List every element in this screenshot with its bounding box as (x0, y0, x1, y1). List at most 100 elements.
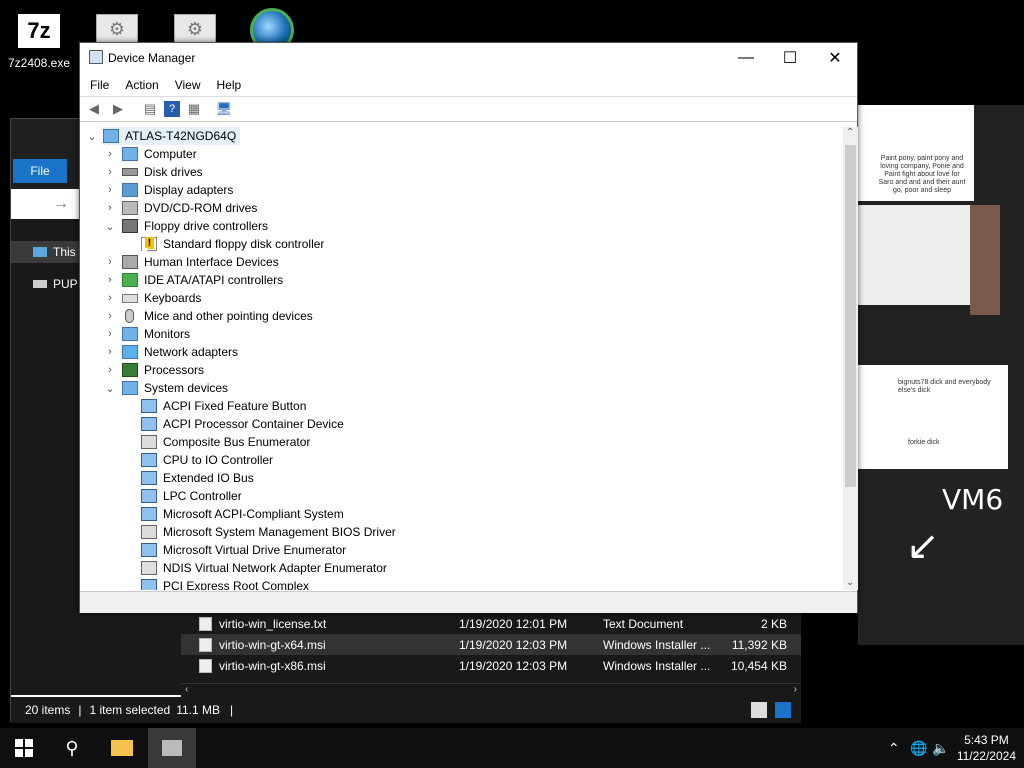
tree-category-monitors[interactable]: Monitors (122, 325, 190, 343)
taskbar-device-manager[interactable] (148, 728, 196, 768)
close-button[interactable]: ✕ (812, 43, 858, 73)
desktop-icon-setup-1[interactable]: ⚙ (96, 14, 138, 44)
tree-device[interactable]: PCI Express Root Complex (141, 577, 309, 590)
start-button[interactable] (0, 728, 48, 768)
explorer-file-tab[interactable]: File (13, 159, 67, 183)
tree-category-keyboards[interactable]: Keyboards (122, 289, 201, 307)
arrow-icon: ↙ (906, 524, 940, 568)
7z-icon: 7z (18, 14, 60, 48)
chevron-down-icon[interactable]: ⌄ (105, 217, 115, 235)
chevron-right-icon[interactable]: › (105, 343, 115, 361)
search-icon: ⚲ (65, 737, 79, 758)
tree-category-processors[interactable]: Processors (122, 361, 204, 379)
back-icon[interactable]: ← (23, 195, 39, 213)
tree-category-dvd-drives[interactable]: DVD/CD-ROM drives (122, 199, 257, 217)
menu-file[interactable]: File (90, 78, 109, 92)
tree-device[interactable]: NDIS Virtual Network Adapter Enumerator (141, 559, 387, 577)
art-caption-1: bignuts78 dick and everybody else's dick (898, 379, 991, 394)
tree-category-network-adapters[interactable]: Network adapters (122, 343, 238, 361)
back-icon[interactable]: ◀ (84, 99, 104, 119)
maximize-button[interactable]: ☐ (767, 43, 813, 73)
chevron-right-icon[interactable]: › (105, 271, 115, 289)
tree-category-disk-drives[interactable]: Disk drives (122, 163, 203, 181)
chevron-right-icon[interactable]: › (105, 253, 115, 271)
forward-icon[interactable]: ▶ (108, 99, 128, 119)
minimize-button[interactable]: — (723, 43, 769, 73)
file-name: virtio-win-gt-x64.msi (219, 637, 326, 652)
explorer-status-bar: 20 items | 1 item selected 11.1 MB | (11, 697, 801, 723)
chevron-down-icon[interactable]: ⌄ (105, 379, 115, 397)
forward-icon[interactable]: → (53, 195, 69, 213)
chevron-right-icon[interactable]: › (105, 145, 115, 163)
tree-device[interactable]: Microsoft System Management BIOS Driver (141, 523, 396, 541)
scrollbar-thumb[interactable] (845, 145, 856, 487)
scroll-left-icon[interactable]: ‹ (185, 684, 188, 695)
tree-device[interactable]: ACPI Fixed Feature Button (141, 397, 306, 415)
text-file-icon (199, 617, 212, 631)
chevron-down-icon[interactable]: ⌄ (87, 127, 97, 145)
menu-view[interactable]: View (175, 78, 201, 92)
scroll-up-icon[interactable]: ⌃ (846, 127, 854, 138)
desktop-icon-setup-2[interactable]: ⚙ (174, 14, 216, 44)
nav-item-this-pc[interactable]: This (33, 245, 76, 259)
file-row[interactable]: virtio-win-gt-x86.msi 1/19/2020 12:03 PM… (181, 655, 801, 676)
menu-action[interactable]: Action (125, 78, 158, 92)
network-icon[interactable]: 🌐 (910, 740, 927, 757)
scan-hardware-icon[interactable]: 🖥 (214, 99, 234, 119)
tree-device[interactable]: CPU to IO Controller (141, 451, 273, 469)
large-icons-view-icon[interactable] (775, 702, 791, 718)
tree-device[interactable]: Extended IO Bus (141, 469, 254, 487)
tree-device[interactable]: Microsoft ACPI-Compliant System (141, 505, 344, 523)
scroll-down-icon[interactable]: ⌄ (846, 577, 854, 588)
desktop-icon-7z[interactable]: 7z 7z2408.exe (4, 14, 74, 70)
chevron-right-icon[interactable]: › (105, 163, 115, 181)
ide-controller-icon (122, 273, 138, 287)
search-button[interactable]: ⚲ (48, 728, 96, 768)
tree-device-floppy-disk-controller[interactable]: Standard floppy disk controller (141, 235, 324, 253)
chevron-right-icon[interactable]: › (105, 307, 115, 325)
volume-muted-icon[interactable]: 🔈 (932, 740, 949, 757)
chevron-right-icon[interactable]: › (105, 325, 115, 343)
properties-icon[interactable]: ▦ (184, 99, 204, 119)
tree-category-display-adapters[interactable]: Display adapters (122, 181, 233, 199)
tree-device[interactable]: ACPI Processor Container Device (141, 415, 344, 433)
tree-category-ide-controllers[interactable]: IDE ATA/ATAPI controllers (122, 271, 283, 289)
tree-category-system-devices[interactable]: System devices (122, 379, 228, 397)
scroll-right-icon[interactable]: › (794, 684, 797, 695)
tree-label: Human Interface Devices (144, 255, 279, 269)
clock-time: 5:43 PM (964, 733, 1009, 747)
show-hide-console-tree-icon[interactable]: ▤ (140, 99, 160, 119)
monitor-icon (33, 247, 47, 257)
details-view-icon[interactable] (751, 702, 767, 718)
gear-icon: ⚙ (96, 14, 138, 44)
chevron-right-icon[interactable]: › (105, 361, 115, 379)
file-row[interactable]: virtio-win_license.txt 1/19/2020 12:01 P… (181, 613, 801, 634)
chevron-up-icon[interactable]: ⌃ (888, 740, 900, 757)
chevron-right-icon[interactable]: › (105, 199, 115, 217)
nav-item-pup[interactable]: PUP (33, 277, 78, 291)
clock[interactable]: 5:43 PM 11/22/2024 (957, 732, 1016, 764)
chevron-right-icon[interactable]: › (105, 181, 115, 199)
tree-label: Standard floppy disk controller (163, 237, 325, 251)
drive-icon (33, 280, 47, 288)
tree-device[interactable]: Microsoft Virtual Drive Enumerator (141, 541, 346, 559)
tree-device[interactable]: LPC Controller (141, 487, 242, 505)
vertical-scrollbar[interactable]: ⌃ ⌄ (843, 127, 858, 590)
chevron-right-icon[interactable]: › (105, 289, 115, 307)
file-type: Windows Installer ... (603, 658, 711, 673)
file-row[interactable]: virtio-win-gt-x64.msi 1/19/2020 12:03 PM… (181, 634, 801, 655)
title-bar[interactable]: Device Manager — ☐ ✕ (80, 43, 857, 73)
tree-device[interactable]: Composite Bus Enumerator (141, 433, 310, 451)
menu-bar: File Action View Help (80, 74, 857, 96)
menu-help[interactable]: Help (217, 78, 242, 92)
taskbar-file-explorer[interactable] (98, 728, 146, 768)
system-device-icon (141, 507, 157, 521)
help-icon[interactable]: ? (164, 101, 180, 117)
wallpaper-art: Paint pony, paint pony and loving compan… (858, 105, 1024, 645)
tree-root[interactable]: ATLAS-T42NGD64Q (103, 127, 241, 145)
system-devices-icon (122, 381, 138, 395)
tree-category-computer[interactable]: Computer (122, 145, 197, 163)
tree-category-mice[interactable]: Mice and other pointing devices (122, 307, 313, 325)
horizontal-scrollbar[interactable]: ‹ › (181, 683, 801, 697)
tree-category-floppy-controllers[interactable]: Floppy drive controllers (122, 217, 268, 235)
